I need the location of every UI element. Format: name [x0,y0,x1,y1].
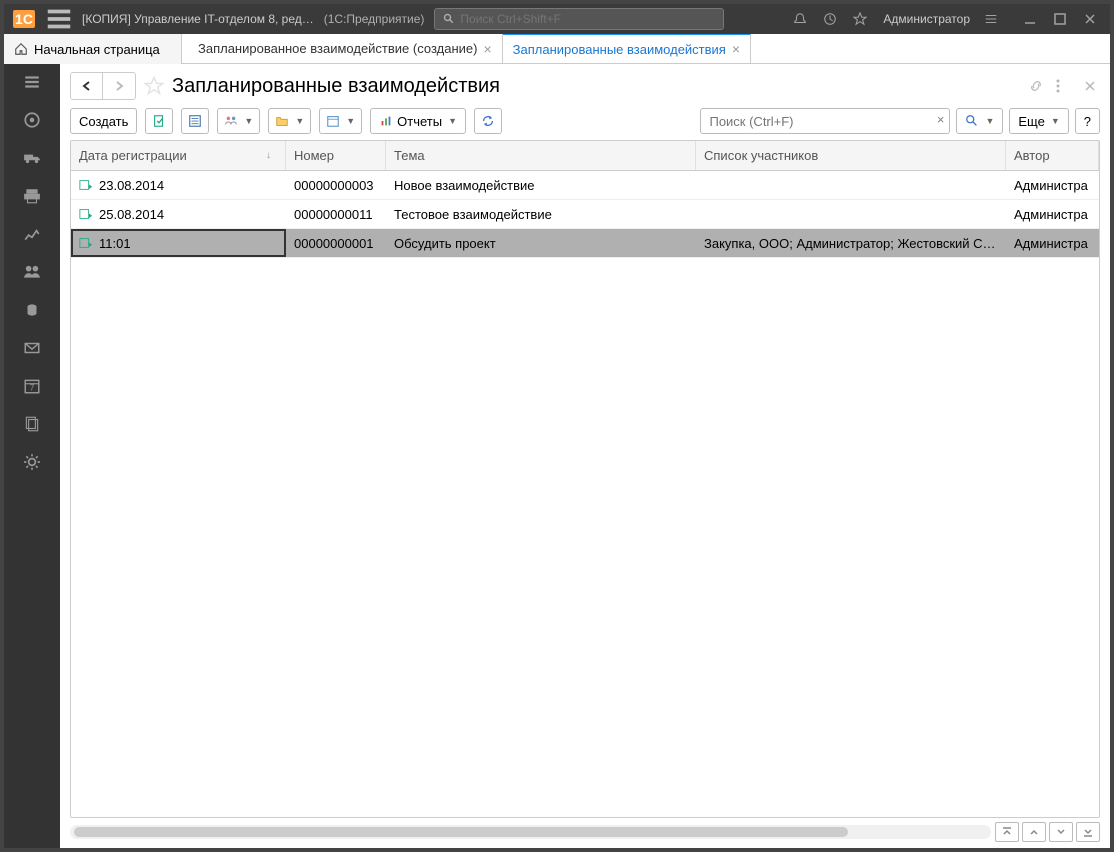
col-date[interactable]: Дата регистрации↓ [71,141,286,170]
cell-subject: Тестовое взаимодействие [386,207,696,222]
sort-icon: ↓ [266,150,271,161]
bell-icon[interactable] [793,12,809,26]
scroll-bottom-button[interactable] [1076,822,1100,842]
main-menu-icon[interactable] [44,4,74,34]
table-header: Дата регистрации↓ Номер Тема Список учас… [71,141,1099,171]
search-box: × [700,108,950,134]
document-icon [79,208,93,220]
col-number[interactable]: Номер [286,141,386,170]
folder-button[interactable]: ▼ [268,108,311,134]
search-clear-icon[interactable]: × [937,112,945,127]
sidebar-target-icon[interactable] [22,110,42,130]
col-subject[interactable]: Тема [386,141,696,170]
users-button[interactable]: ▼ [217,108,260,134]
col-participants[interactable]: Список участников [696,141,1006,170]
sidebar-users-icon[interactable] [22,262,42,282]
sidebar-chart-icon[interactable] [22,224,42,244]
global-search-input[interactable] [460,12,615,26]
cell-author: Администра [1006,178,1099,193]
create-label: Создать [79,114,128,129]
tab-close-icon[interactable]: × [732,41,740,57]
logo: 1С [4,10,44,28]
document-icon [79,237,93,249]
page-close-icon[interactable] [1084,80,1100,92]
tab-label: Запланированные взаимодействия [513,42,726,57]
scroll-down-button[interactable] [1049,822,1073,842]
history-icon[interactable] [823,12,839,26]
sidebar-money-icon[interactable] [22,300,42,320]
cell-author: Администра [1006,236,1099,251]
global-search[interactable] [434,8,724,30]
more-label: Еще [1018,114,1044,129]
svg-text:7: 7 [30,384,34,393]
sidebar-print-icon[interactable] [22,186,42,206]
sidebar: 7 [4,64,60,848]
sidebar-copy-icon[interactable] [22,414,42,434]
star-icon[interactable] [853,12,869,26]
app-title: [КОПИЯ] Управление IT-отделом 8, ред… [82,12,314,26]
help-button[interactable]: ? [1075,108,1100,134]
scroll-top-button[interactable] [995,822,1019,842]
tab-close-icon[interactable]: × [483,41,491,57]
cell-date: 25.08.2014 [71,207,286,222]
cell-date: 11:01 [71,229,286,257]
cell-number: 00000000003 [286,178,386,193]
favorite-star-icon[interactable] [144,76,164,96]
page-title: Запланированные взаимодействия [172,75,500,98]
titlebar: 1С [КОПИЯ] Управление IT-отделом 8, ред…… [4,4,1110,34]
table-row[interactable]: 23.08.2014 00000000003 Новое взаимодейст… [71,171,1099,200]
home-tab-label: Начальная страница [34,42,160,57]
tab-label: Запланированное взаимодействие (создание… [198,41,477,56]
document-icon [79,179,93,191]
sidebar-mail-icon[interactable] [22,338,42,358]
horizontal-scrollbar[interactable] [70,825,991,839]
table-row[interactable]: 11:01 00000000001 Обсудить проект Закупк… [71,229,1099,258]
cell-participants: Закупка, ООО; Администратор; Жестовский … [696,236,1006,251]
user-name[interactable]: Администратор [883,12,970,26]
more-button[interactable]: Еще▼ [1009,108,1068,134]
back-button[interactable] [71,73,103,99]
cell-subject: Новое взаимодействие [386,178,696,193]
search-input[interactable] [700,108,950,134]
toolbar: Создать ▼ ▼ ▼ Отчеты▼ × ▼ Еще▼ ? [70,108,1100,134]
sidebar-list-icon[interactable] [22,72,42,92]
reports-label: Отчеты [397,114,442,129]
list-view-button[interactable] [181,108,209,134]
bottom-bar [70,822,1100,842]
help-label: ? [1084,114,1091,129]
sidebar-truck-icon[interactable] [22,148,42,168]
table-row[interactable]: 25.08.2014 00000000011 Тестовое взаимоде… [71,200,1099,229]
cell-date: 23.08.2014 [71,178,286,193]
date-button[interactable]: ▼ [319,108,362,134]
table-body: 23.08.2014 00000000003 Новое взаимодейст… [71,171,1099,817]
scroll-up-button[interactable] [1022,822,1046,842]
app-subtitle: (1С:Предприятие) [324,12,425,26]
sync-button[interactable] [474,108,502,134]
cell-subject: Обсудить проект [386,236,696,251]
cell-author: Администра [1006,207,1099,222]
reports-button[interactable]: Отчеты▼ [370,108,466,134]
link-icon[interactable] [1028,78,1044,94]
home-tab[interactable]: Начальная страница [4,34,182,64]
cell-number: 00000000001 [286,236,386,251]
tab-item-2[interactable]: Запланированные взаимодействия × [503,33,751,63]
cell-number: 00000000011 [286,207,386,222]
maximize-icon[interactable] [1054,13,1070,25]
forward-button[interactable] [103,73,135,99]
sidebar-calendar-icon[interactable]: 7 [22,376,42,396]
more-dots-icon[interactable] [1056,78,1072,94]
sidebar-gear-icon[interactable] [22,452,42,472]
tab-item-1[interactable]: Запланированное взаимодействие (создание… [188,34,503,63]
col-author[interactable]: Автор [1006,141,1099,170]
refresh-button[interactable] [145,108,173,134]
create-button[interactable]: Создать [70,108,137,134]
page-header: Запланированные взаимодействия [70,72,1100,100]
minimize-icon[interactable] [1024,13,1040,25]
search-button[interactable]: ▼ [956,108,1003,134]
settings-lines-icon[interactable] [984,12,1000,26]
window-close-icon[interactable] [1084,13,1100,25]
table: Дата регистрации↓ Номер Тема Список учас… [70,140,1100,818]
